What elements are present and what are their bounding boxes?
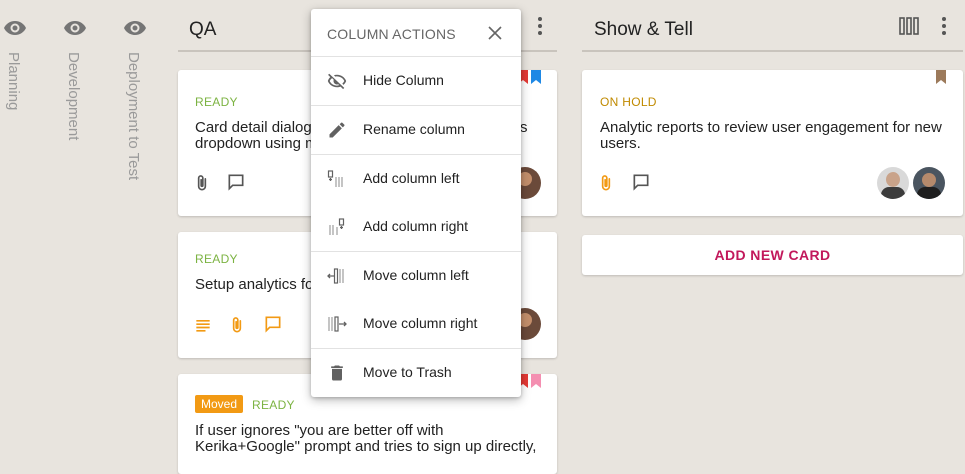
menu-item-add-column-left[interactable]: Add column left — [311, 155, 521, 203]
collapsed-column-development: Development — [60, 14, 90, 214]
eye-icon[interactable] — [123, 16, 147, 40]
menu-item-label: Rename column — [363, 121, 465, 137]
comment-icon[interactable] — [631, 172, 651, 192]
column-header-show-and-tell: Show & Tell — [582, 12, 963, 52]
menu-item-move-to-trash[interactable]: Move to Trash — [311, 349, 521, 397]
add-column-right-icon — [329, 218, 345, 235]
card-text-line: Analytic reports to review user engageme… — [600, 119, 942, 136]
attachment-icon[interactable] — [596, 173, 616, 193]
pencil-icon — [329, 122, 345, 138]
card-text-fragment: s — [520, 119, 528, 136]
card[interactable]: ON HOLD Analytic reports to review user … — [582, 70, 963, 216]
move-column-left-icon — [327, 268, 344, 284]
card-text-line: Card detail dialog — [195, 119, 312, 136]
menu-item-move-column-right[interactable]: Move column right — [311, 300, 521, 348]
trash-icon — [331, 365, 343, 381]
card-text-line: Setup analytics fo — [195, 276, 314, 293]
card-status: READY — [252, 398, 295, 412]
collapsed-column-label[interactable]: Planning — [5, 52, 22, 110]
card-text-line: Kerika+Google" prompt and tries to sign … — [195, 438, 537, 455]
collapsed-column-label[interactable]: Development — [65, 52, 82, 140]
card-text-line: If user ignores "you are better off with — [195, 422, 444, 439]
columns-view-icon[interactable] — [899, 16, 919, 36]
menu-item-rename-column[interactable]: Rename column — [311, 106, 521, 154]
card-text-line: users. — [600, 135, 641, 152]
column-title[interactable]: Show & Tell — [594, 19, 693, 41]
menu-item-label: Move column left — [363, 267, 469, 283]
card-text-line: dropdown using m — [195, 135, 318, 152]
menu-item-move-column-left[interactable]: Move column left — [311, 252, 521, 300]
card-status: READY — [195, 252, 238, 266]
eye-icon[interactable] — [3, 16, 27, 40]
bookmark-icon — [936, 70, 946, 84]
add-column-left-icon — [327, 170, 343, 187]
eye-off-icon — [327, 73, 347, 90]
menu-item-label: Move to Trash — [363, 364, 452, 380]
menu-item-hide-column[interactable]: Hide Column — [311, 57, 521, 105]
column-actions-menu: COLUMN ACTIONS Hide Column Rename column… — [311, 9, 521, 397]
close-icon[interactable] — [485, 23, 505, 43]
menu-item-add-column-right[interactable]: Add column right — [311, 203, 521, 251]
comment-icon[interactable] — [263, 314, 283, 334]
card-status: READY — [195, 95, 238, 109]
menu-item-label: Add column right — [363, 218, 469, 234]
collapsed-column-planning: Planning — [0, 14, 30, 214]
moved-badge: Moved — [195, 395, 244, 413]
attachment-icon[interactable] — [192, 173, 212, 193]
menu-item-label: Add column left — [363, 170, 460, 186]
menu-item-label: Move column right — [363, 315, 478, 331]
add-new-card-button[interactable]: ADD NEW CARD — [582, 235, 963, 275]
menu-item-label: Hide Column — [363, 72, 444, 88]
comment-icon[interactable] — [226, 172, 246, 192]
avatar[interactable] — [913, 167, 945, 199]
bookmark-icon — [531, 70, 541, 84]
collapsed-column-label[interactable]: Deployment to Test — [125, 52, 142, 180]
move-column-right-icon — [328, 316, 347, 332]
column-divider — [582, 50, 963, 52]
avatar[interactable] — [877, 167, 909, 199]
more-vert-icon[interactable] — [532, 14, 548, 40]
description-icon[interactable] — [193, 315, 213, 335]
menu-title: COLUMN ACTIONS — [327, 26, 456, 42]
collapsed-column-deployment-to-test: Deployment to Test — [120, 14, 150, 214]
card-status: ON HOLD — [600, 95, 657, 109]
attachment-icon[interactable] — [227, 315, 247, 335]
more-vert-icon[interactable] — [936, 14, 952, 40]
bookmark-icon — [531, 374, 541, 388]
eye-icon[interactable] — [63, 16, 87, 40]
column-title[interactable]: QA — [189, 19, 216, 41]
